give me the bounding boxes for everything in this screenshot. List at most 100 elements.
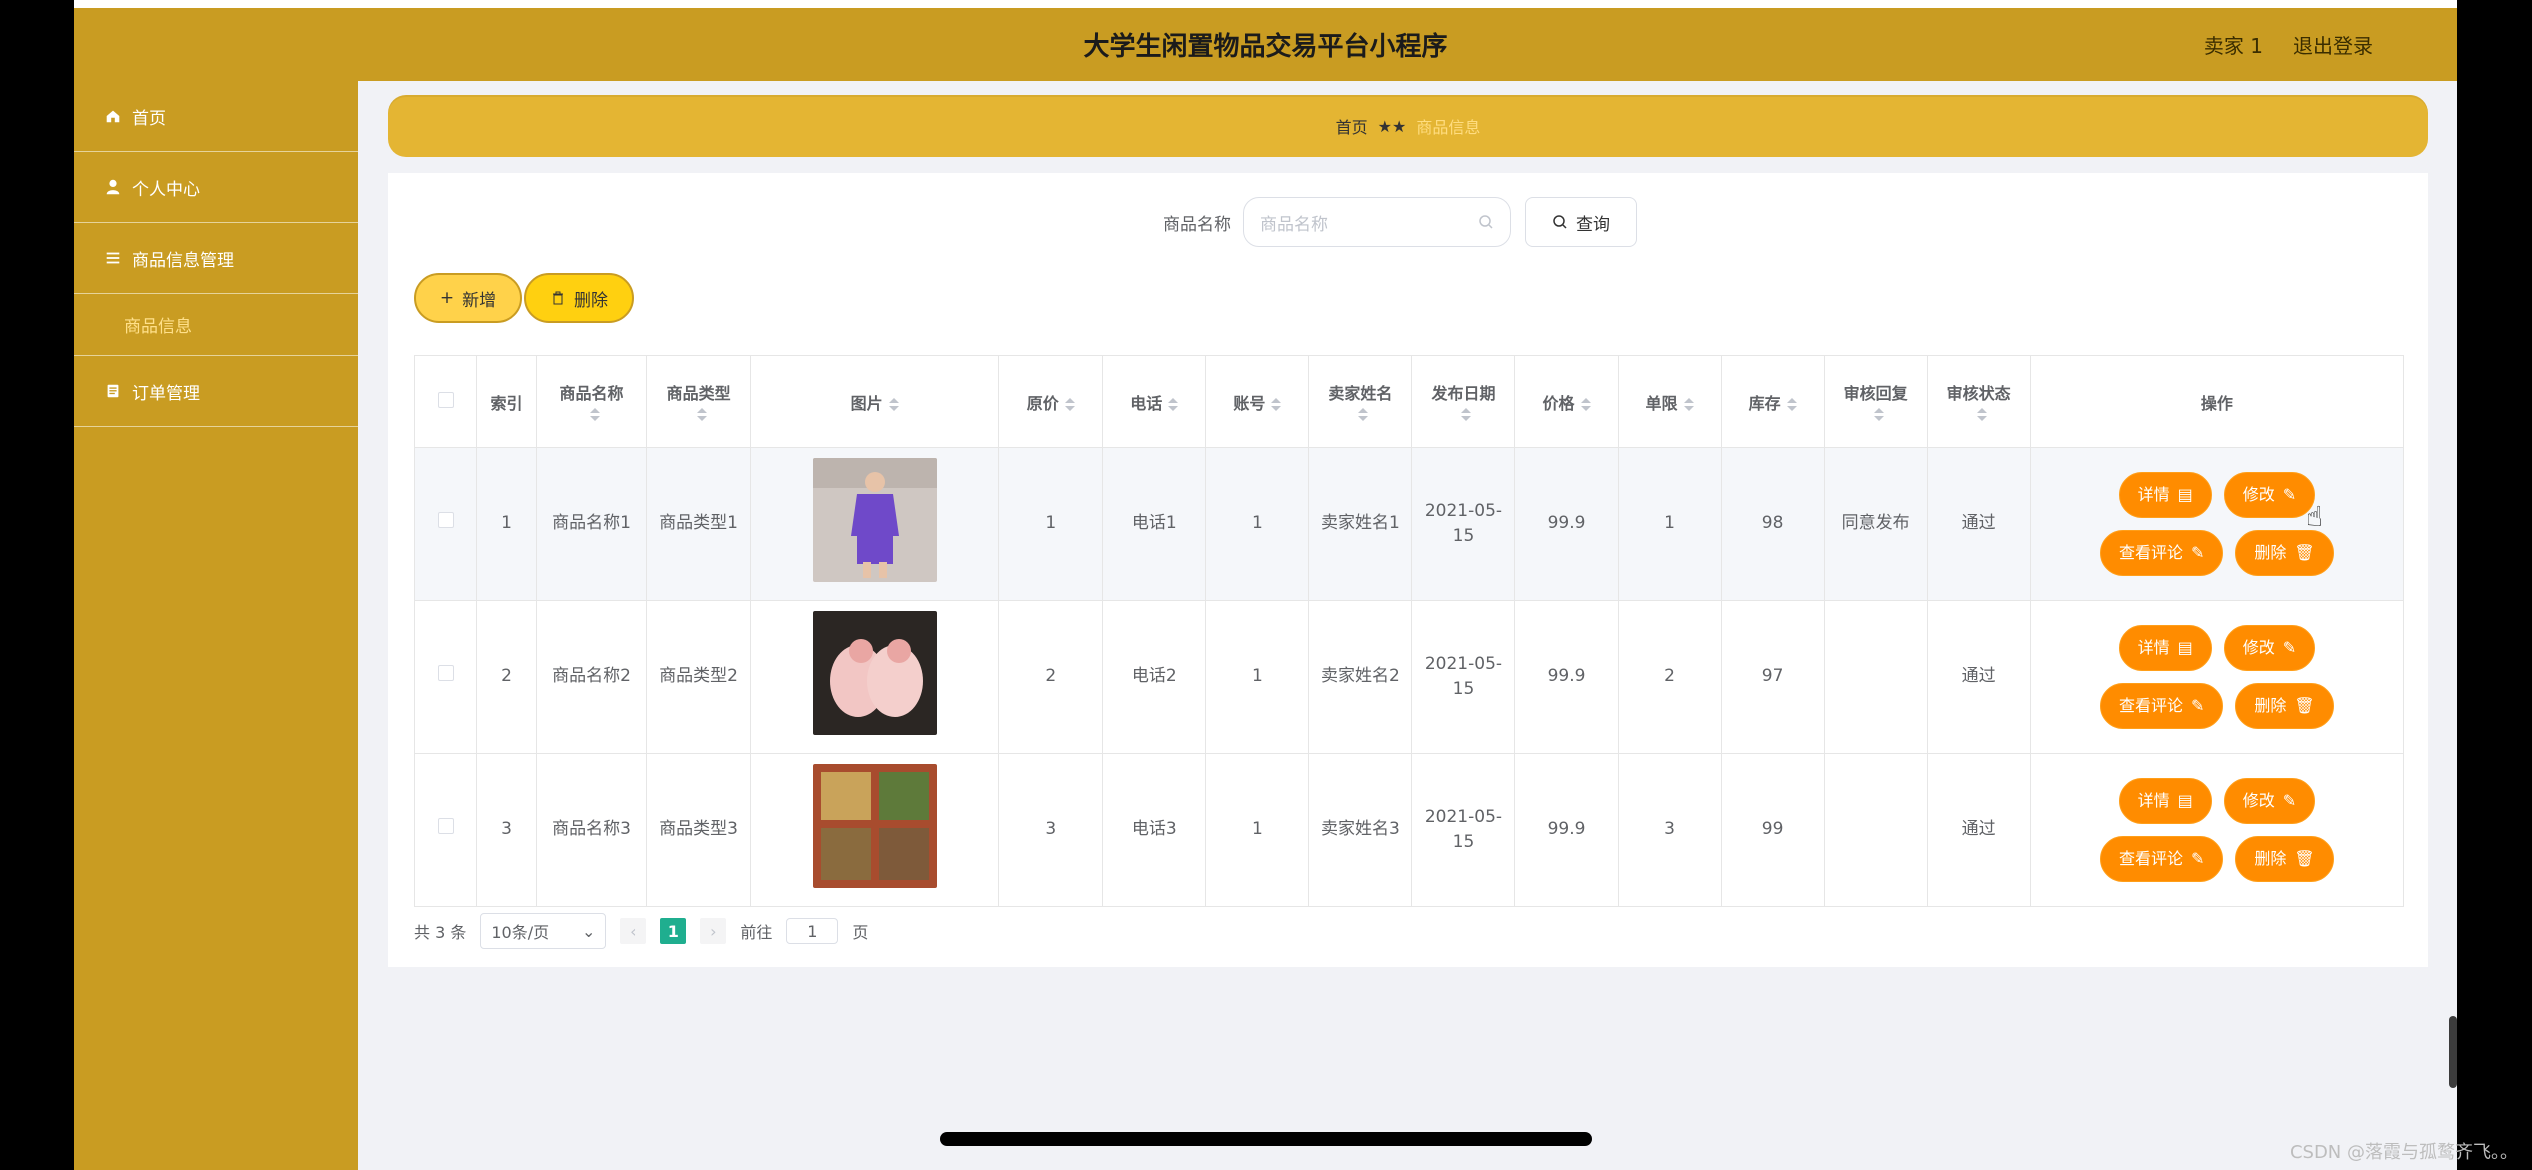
- page-size-value: 10条/页: [491, 923, 550, 942]
- trash-icon: [553, 291, 563, 305]
- sidebar-item-orders[interactable]: 订单管理: [74, 356, 358, 427]
- add-button[interactable]: + 新增: [414, 273, 522, 323]
- column-header[interactable]: 电话: [1102, 355, 1207, 448]
- column-header[interactable]: 商品类型: [646, 355, 752, 448]
- column-header[interactable]: 审核状态: [1926, 355, 2031, 448]
- select-all-checkbox[interactable]: [437, 391, 454, 408]
- document-icon: ▤: [2177, 791, 2193, 810]
- view-comments-button[interactable]: 查看评论 ✎: [2099, 530, 2224, 576]
- goto-prefix: 前往: [740, 923, 773, 942]
- cell-image: [750, 753, 1000, 907]
- column-header[interactable]: 库存: [1720, 355, 1825, 448]
- sort-icon[interactable]: [1580, 397, 1591, 411]
- table-header-row: 索引 商品名称 商品类型 图片 原价 电话 账号 卖家姓名 发布日期 价格 单限…: [413, 355, 2405, 448]
- user-name[interactable]: 卖家 1: [2204, 30, 2263, 59]
- row-checkbox[interactable]: [437, 665, 454, 682]
- cell-orig-price: 3: [998, 753, 1104, 907]
- cell-phone: 电话2: [1102, 600, 1207, 754]
- column-header[interactable]: 审核回复: [1823, 355, 1928, 448]
- sort-icon[interactable]: [589, 408, 600, 421]
- sort-icon[interactable]: [1786, 397, 1797, 411]
- search-input[interactable]: 商品名称: [1243, 197, 1511, 247]
- breadcrumb-home[interactable]: 首页: [1336, 114, 1368, 138]
- sort-icon[interactable]: [1461, 408, 1472, 421]
- search-icon: [1553, 215, 1567, 229]
- detail-button[interactable]: 详情 ▤: [2118, 778, 2212, 824]
- cell-index: 2: [476, 600, 538, 754]
- trash-icon: 🗑: [2294, 543, 2315, 562]
- column-header[interactable]: 原价: [998, 355, 1104, 448]
- goto-page-input[interactable]: 1: [786, 918, 839, 944]
- content-panel: 商品名称 商品名称 查询 + 新增 删除 索引 商品名称 商品类型 图片 原价 …: [388, 173, 2428, 967]
- cell-reply: 同意发布: [1823, 447, 1928, 601]
- trash-icon: 🗑: [2294, 696, 2315, 715]
- column-header[interactable]: 单限: [1617, 355, 1722, 448]
- main-content: 首页 ★★ 商品信息 商品名称 商品名称 查询 + 新增 删除 索引 商品名称 …: [358, 81, 2457, 1170]
- sort-icon[interactable]: [1976, 408, 1987, 421]
- column-header[interactable]: 图片: [750, 355, 1000, 448]
- home-indicator[interactable]: [940, 1132, 1592, 1146]
- app-title: 大学生闲置物品交易平台小程序: [1083, 32, 1448, 62]
- sort-icon[interactable]: [696, 408, 707, 421]
- sort-icon[interactable]: [1358, 408, 1369, 421]
- cell-name: 商品名称2: [536, 600, 648, 754]
- row-delete-button[interactable]: 删除 🗑: [2235, 530, 2334, 576]
- product-image-food[interactable]: [812, 763, 937, 888]
- view-comments-button[interactable]: 查看评论 ✎: [2099, 683, 2224, 729]
- pen-icon: ✎: [2190, 543, 2205, 562]
- edit-button[interactable]: 修改 ✎: [2223, 778, 2316, 824]
- page-number-current[interactable]: 1: [660, 918, 687, 944]
- edit-button[interactable]: 修改 ✎: [2223, 472, 2316, 518]
- sort-icon[interactable]: [888, 397, 899, 411]
- column-header[interactable]: 价格: [1514, 355, 1619, 448]
- sidebar: 首页 个人中心 商品信息管理 商品信息 订单管理: [74, 81, 358, 1170]
- goods-table: 索引 商品名称 商品类型 图片 原价 电话 账号 卖家姓名 发布日期 价格 单限…: [413, 355, 2405, 907]
- product-image-shoes[interactable]: [812, 610, 937, 735]
- search-label: 商品名称: [1163, 214, 1231, 235]
- user-icon: [106, 179, 120, 195]
- cell-name: 商品名称3: [536, 753, 648, 907]
- product-image-outfit[interactable]: [812, 457, 937, 582]
- pen-icon: ✎: [2282, 638, 2297, 657]
- detail-button[interactable]: 详情 ▤: [2118, 625, 2212, 671]
- delete-button[interactable]: 删除: [524, 273, 634, 323]
- logout-link[interactable]: 退出登录: [2293, 30, 2373, 59]
- table-row: 1 商品名称1 商品类型1 1 电话1 1 卖家姓名1 2021-05-15 9…: [413, 447, 2405, 601]
- search-bar: 商品名称 商品名称 查询: [1163, 197, 1637, 247]
- column-header[interactable]: 发布日期: [1411, 355, 1516, 448]
- toolbar: + 新增 删除: [414, 273, 634, 323]
- sort-icon[interactable]: [1271, 397, 1282, 411]
- column-header[interactable]: 卖家姓名: [1308, 355, 1413, 448]
- cell-date: 2021-05-15: [1411, 447, 1516, 601]
- sort-icon[interactable]: [1064, 397, 1075, 411]
- sidebar-subitem-goods-info[interactable]: 商品信息: [74, 294, 358, 356]
- delete-button-label: 删除: [574, 290, 608, 311]
- cell-reply: [1823, 600, 1928, 754]
- total-count: 共 3 条: [414, 923, 467, 942]
- row-delete-button[interactable]: 删除 🗑: [2235, 683, 2334, 729]
- column-header[interactable]: 商品名称: [536, 355, 648, 448]
- row-checkbox[interactable]: [437, 512, 454, 529]
- goto-suffix: 页: [852, 923, 869, 942]
- sidebar-item-goods-management[interactable]: 商品信息管理: [74, 223, 358, 294]
- sidebar-item-profile[interactable]: 个人中心: [74, 152, 358, 223]
- cell-limit: 2: [1617, 600, 1722, 754]
- sort-icon[interactable]: [1873, 408, 1884, 421]
- next-page-button[interactable]: ›: [700, 918, 727, 944]
- scrollbar[interactable]: [2449, 1016, 2457, 1088]
- select-all-header[interactable]: [413, 355, 478, 448]
- page-size-select[interactable]: 10条/页 ⌄: [480, 913, 607, 949]
- search-button[interactable]: 查询: [1525, 197, 1637, 247]
- sort-icon[interactable]: [1168, 397, 1179, 411]
- row-delete-button[interactable]: 删除 🗑: [2235, 836, 2334, 882]
- sidebar-item-home[interactable]: 首页: [74, 81, 358, 152]
- prev-page-button[interactable]: ‹: [620, 918, 647, 944]
- sort-icon[interactable]: [1683, 397, 1694, 411]
- detail-button[interactable]: 详情 ▤: [2118, 472, 2212, 518]
- row-checkbox[interactable]: [437, 818, 454, 835]
- plus-icon: +: [439, 288, 455, 308]
- cell-operations: 详情 ▤ 修改 ✎ 查看评论 ✎ 删除 🗑: [2029, 600, 2405, 754]
- edit-button[interactable]: 修改 ✎: [2223, 625, 2316, 671]
- view-comments-button[interactable]: 查看评论 ✎: [2099, 836, 2224, 882]
- column-header[interactable]: 账号: [1205, 355, 1310, 448]
